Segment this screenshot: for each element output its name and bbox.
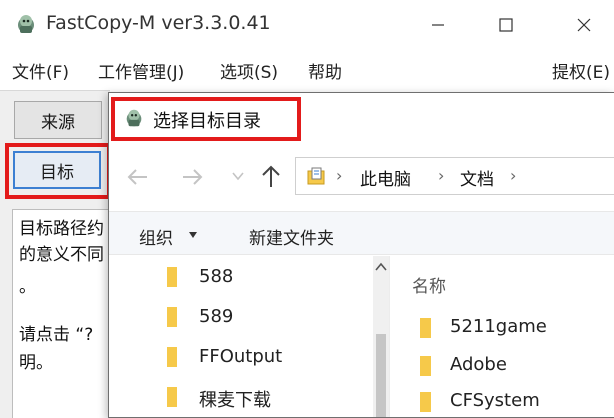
breadcrumb-chevron-icon[interactable]: › (510, 166, 516, 185)
scroll-thumb[interactable] (376, 334, 386, 417)
dest-path-description[interactable]: 目标路径约 的意义不同 。 请点击 “? 明。 (12, 209, 110, 418)
folder-icon (167, 307, 177, 327)
fastcopy-app-icon (126, 109, 142, 127)
close-icon (577, 18, 591, 32)
tree-item[interactable]: 589 (167, 302, 357, 332)
close-button[interactable] (562, 8, 606, 42)
command-bar: 组织 新建文件夹 (109, 211, 614, 255)
description-line: 明。 (19, 353, 53, 373)
folder-icon (420, 356, 431, 376)
folder-icon (420, 318, 431, 338)
maximize-button[interactable] (484, 8, 528, 42)
list-item[interactable]: 5211game (420, 312, 610, 342)
documents-folder-icon (307, 167, 325, 185)
back-arrow-icon[interactable] (125, 165, 151, 189)
recent-locations-chevron-icon[interactable] (231, 169, 245, 183)
address-bar[interactable]: › 此电脑 › 文档 › (295, 157, 614, 195)
column-header-name[interactable]: 名称 (412, 272, 446, 297)
menu-bar: 文件(F) 工作管理(J) 选项(S) 帮助 提权(E) (0, 50, 614, 90)
tree-item[interactable]: 稞麦下载 (167, 382, 357, 412)
forward-arrow-icon[interactable] (179, 165, 205, 189)
up-arrow-icon[interactable] (259, 163, 283, 189)
list-item-label: 5211game (450, 316, 547, 337)
folder-list: 名称 5211game Adobe CFSystem (389, 256, 614, 417)
list-item-label: Adobe (450, 354, 507, 375)
caret-down-icon (189, 232, 197, 238)
select-folder-dialog: 选择目标目录 › 此电脑 › 文档 › 组织 新建文件夹 588 589 FFO… (108, 92, 614, 418)
menu-file[interactable]: 文件(F) (12, 58, 69, 83)
tree-item-label: 589 (199, 306, 234, 327)
breadcrumb-documents[interactable]: 文档 (460, 165, 494, 190)
breadcrumb-this-pc[interactable]: 此电脑 (360, 165, 411, 190)
list-item[interactable]: CFSystem (420, 386, 610, 416)
breadcrumb-chevron-icon[interactable]: › (336, 166, 342, 185)
title-bar: FastCopy-M ver3.3.0.41 (0, 0, 614, 50)
tree-scrollbar[interactable] (373, 256, 389, 417)
tree-item[interactable]: FFOutput (167, 342, 357, 372)
maximize-icon (499, 18, 513, 32)
folder-icon (167, 267, 177, 287)
folder-icon (420, 392, 431, 412)
navigation-tree: 588 589 FFOutput 稞麦下载 (109, 256, 373, 417)
description-line: 。 (19, 277, 36, 297)
menu-elevate[interactable]: 提权(E) (552, 58, 610, 83)
tree-item-label: 稞麦下载 (199, 390, 271, 411)
description-line: 的意义不同 (19, 245, 104, 265)
tree-item-label: 588 (199, 266, 234, 287)
folder-icon (167, 387, 177, 407)
window-title: FastCopy-M ver3.3.0.41 (46, 12, 271, 34)
minimize-icon (432, 24, 444, 26)
menu-options[interactable]: 选项(S) (220, 58, 278, 83)
list-item[interactable]: Adobe (420, 350, 610, 380)
tree-item-label: FFOutput (199, 346, 283, 367)
description-line: 目标路径约 (19, 219, 104, 239)
dest-button[interactable]: 目标 (13, 151, 101, 189)
menu-job-management[interactable]: 工作管理(J) (98, 58, 184, 83)
scroll-up-icon[interactable] (375, 262, 387, 272)
path-panel: 来源 目标 目标路径约 的意义不同 。 请点击 “? 明。 (0, 90, 111, 418)
new-folder-button[interactable]: 新建文件夹 (249, 224, 334, 249)
description-line: 请点击 “? (19, 325, 94, 345)
tree-item[interactable]: 588 (167, 262, 357, 292)
dialog-title: 选择目标目录 (153, 111, 261, 132)
source-button[interactable]: 来源 (14, 101, 102, 139)
breadcrumb-chevron-icon[interactable]: › (438, 166, 444, 185)
list-item-label: CFSystem (450, 390, 540, 411)
menu-help[interactable]: 帮助 (308, 58, 342, 83)
organize-button[interactable]: 组织 (139, 224, 173, 249)
fastcopy-app-icon (18, 15, 34, 33)
folder-icon (167, 347, 177, 367)
minimize-button[interactable] (416, 8, 460, 42)
